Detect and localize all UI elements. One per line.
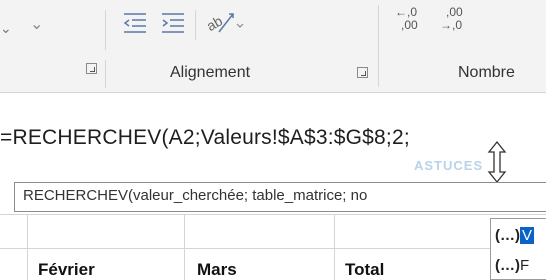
- decrease-indent-icon[interactable]: [122, 10, 148, 34]
- chevron-down-icon[interactable]: ⌄: [30, 14, 43, 34]
- autocomplete-label: V: [520, 227, 535, 244]
- header-mars[interactable]: Mars: [197, 260, 237, 280]
- header-total[interactable]: Total: [345, 260, 384, 280]
- ribbon-separator: [105, 10, 106, 50]
- decrease-decimal-icon[interactable]: ,00 →,0: [440, 6, 476, 38]
- tooltip-text[interactable]: RECHERCHEV(valeur_cherchée; table_matric…: [23, 187, 367, 204]
- group-label-nombre: Nombre: [458, 64, 515, 81]
- autocomplete-prefix: (…): [495, 227, 520, 244]
- group-label-alignement: Alignement: [170, 64, 251, 81]
- function-tooltip: RECHERCHEV(valeur_cherchée; table_matric…: [14, 182, 546, 212]
- grid-line: [184, 214, 185, 280]
- dialog-launcher-icon[interactable]: [86, 63, 97, 74]
- group-separator: [105, 60, 106, 88]
- grid-line: [27, 214, 28, 280]
- svg-text:ab: ab: [205, 12, 225, 34]
- ribbon-separator: [195, 10, 196, 40]
- watermark-text: ASTUCES: [414, 158, 484, 173]
- formula-text[interactable]: =RECHERCHEV(A2;Valeurs!$A$3:$G$8;2;: [0, 126, 410, 150]
- autocomplete-label: F: [520, 257, 530, 274]
- resize-cursor-icon: [484, 140, 510, 184]
- grid-line: [0, 214, 546, 215]
- increase-decimal-icon[interactable]: ←,0 ,00: [395, 6, 431, 38]
- dialog-launcher-icon[interactable]: [357, 67, 368, 78]
- ribbon-partial-dropdown[interactable]: ⌄: [0, 20, 12, 37]
- increase-indent-icon[interactable]: [160, 10, 186, 34]
- autocomplete-prefix: (…): [495, 257, 520, 274]
- group-separator: [378, 5, 379, 87]
- autocomplete-item[interactable]: (…)F: [495, 257, 529, 274]
- autocomplete-item[interactable]: (…) V: [495, 227, 535, 244]
- decrease-decimal-bottom: →,0: [440, 18, 463, 32]
- increase-decimal-bottom: ,00: [401, 18, 418, 32]
- grid-line: [334, 214, 335, 280]
- header-fevrier[interactable]: Février: [38, 260, 95, 280]
- autocomplete-list[interactable]: (…) V (…)F: [490, 218, 546, 280]
- text-orientation-icon[interactable]: ab: [204, 8, 245, 36]
- grid-line: [0, 248, 546, 249]
